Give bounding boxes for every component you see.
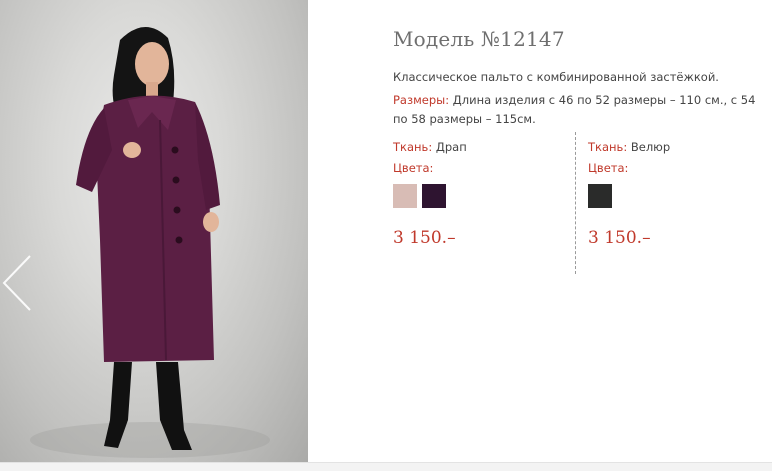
product-sizes: Размеры: Длина изделия с 46 по 52 размер…	[393, 91, 758, 129]
sizes-label: Размеры:	[393, 93, 450, 107]
fabric-label: Ткань:	[588, 140, 628, 154]
variant-drap: Ткань: Драп Цвета: 3 150.–	[393, 139, 467, 248]
price: 3 150.–	[393, 228, 456, 248]
price: 3 150.–	[588, 228, 651, 248]
fabric-row: Ткань: Велюр	[588, 139, 670, 160]
colors-row: Цвета:	[588, 160, 670, 181]
column-divider	[575, 132, 576, 274]
color-swatches	[588, 184, 670, 210]
color-swatch[interactable]	[422, 184, 446, 208]
color-swatch[interactable]	[588, 184, 612, 208]
fabric-row: Ткань: Драп	[393, 139, 467, 160]
color-swatch[interactable]	[393, 184, 417, 208]
chevron-left-icon	[2, 255, 31, 311]
variant-velour: Ткань: Велюр Цвета: 3 150.–	[588, 139, 670, 248]
product-description: Классическое пальто с комбинированной за…	[393, 70, 719, 84]
color-swatches	[393, 184, 467, 210]
colors-label: Цвета:	[588, 161, 629, 175]
product-photo	[0, 0, 308, 462]
colors-row: Цвета:	[393, 160, 467, 181]
fabric-value: Велюр	[627, 140, 671, 154]
previous-photo-button[interactable]	[0, 252, 36, 314]
colors-label: Цвета:	[393, 161, 434, 175]
fabric-value: Драп	[432, 140, 467, 154]
product-title: Модель №12147	[393, 27, 565, 51]
fabric-label: Ткань:	[393, 140, 433, 154]
